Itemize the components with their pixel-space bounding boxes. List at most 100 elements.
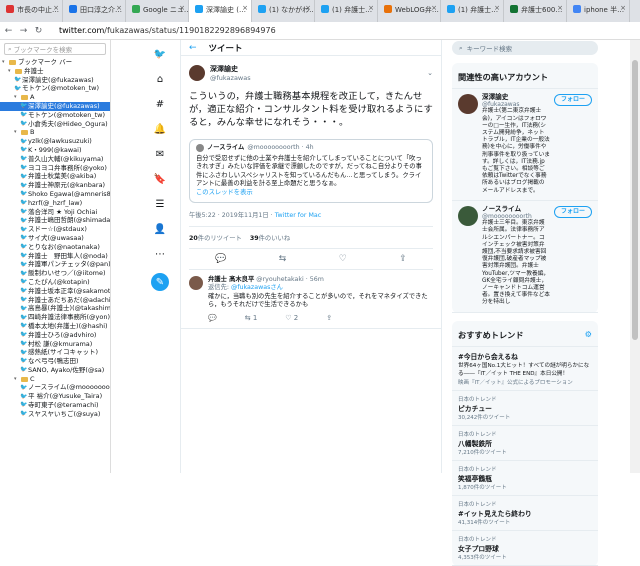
trend-name[interactable]: 笑福亭鶴瓶 <box>458 473 592 483</box>
bookmark-folder[interactable]: ▾ C <box>0 375 110 384</box>
bookmark-item[interactable]: 🐦 とりなお(@naotanaka) <box>0 243 110 252</box>
bookmark-item[interactable]: 🐦 飯制わいせつ／(@iitome) <box>0 269 110 278</box>
chevron-down-icon[interactable]: ▾ <box>14 93 19 102</box>
bookmark-item[interactable]: 🐦 弁護士あだちあだ(@adachi) <box>0 296 110 305</box>
account-name[interactable]: ノースライム <box>482 205 550 213</box>
close-icon[interactable]: × <box>305 4 311 12</box>
mail-icon[interactable]: ✉ <box>150 143 170 165</box>
bookmark-item[interactable]: 🐦 四崎弁護法律事務所(@yon) <box>0 313 110 322</box>
reply-tweet[interactable]: 弁護士 髙木良平 @ryouhetakaki · 56m 返信先: @fukaz… <box>181 270 441 330</box>
bookmark-item[interactable]: 🐦 弁護士秋葉美(@akiba) <box>0 172 110 181</box>
bookmark-folder[interactable]: ▾ A <box>0 93 110 102</box>
url-field[interactable]: twitter.com/fukazawas/status/11901822928… <box>59 26 276 35</box>
close-icon[interactable]: × <box>431 4 437 12</box>
bookmark-item[interactable]: 🐦 スドー☆(@stdaux) <box>0 225 110 234</box>
follow-button[interactable]: フォロー <box>553 94 592 106</box>
bookmark-item[interactable]: 🐦 スヤスヤいちご(@suya) <box>0 410 110 419</box>
reply-icon[interactable]: 💬 <box>215 254 226 264</box>
profile-icon[interactable]: 👤 <box>150 218 170 240</box>
reload-icon[interactable]: ↻ <box>34 26 43 36</box>
close-icon[interactable]: × <box>53 4 59 12</box>
bookmark-item[interactable]: 🐦 弁護軍パンチェッタ(@pan) <box>0 260 110 269</box>
forward-icon[interactable]: → <box>19 26 28 36</box>
bookmark-item[interactable]: 🐦 弁護士神原元(@kanbara) <box>0 181 110 190</box>
bookmark-icon[interactable]: 🔖 <box>150 168 170 190</box>
bookmark-item[interactable]: 🐦 弁護士ひろ(@advhiro) <box>0 331 110 340</box>
twitter-search-input[interactable]: ⌕ キーワード検索 <box>452 41 598 55</box>
bookmark-item[interactable]: 🐦 なべ弓弓(鴨志田) <box>0 357 110 366</box>
show-thread-link[interactable]: このスレッドを表示 <box>196 189 426 198</box>
browser-tab[interactable]: iphone 半… × <box>567 0 630 22</box>
avatar[interactable] <box>189 65 205 81</box>
browser-tab[interactable]: 市長の中止… × <box>0 0 63 22</box>
gear-icon[interactable]: ⚙ <box>585 329 592 339</box>
browser-tab[interactable]: 田口淳之介… × <box>63 0 126 22</box>
like-icon[interactable]: ♡ <box>339 254 347 264</box>
bookmark-item[interactable]: 🐦 Shoko Egawa(@amneris84) <box>0 190 110 199</box>
compose-icon[interactable]: ✎ <box>151 273 169 291</box>
share-icon[interactable]: ⇪ <box>326 314 332 323</box>
back-arrow-icon[interactable]: ← <box>189 43 197 53</box>
trend-name[interactable]: #イット見えたら終わり <box>458 508 592 518</box>
close-icon[interactable]: × <box>620 4 626 12</box>
bookmark-item[interactable]: 🐦 高島暴(弁護士)(@takashima) <box>0 304 110 313</box>
avatar[interactable] <box>458 205 478 226</box>
reply-author-name[interactable]: 弁護士 髙木良平 <box>208 276 254 283</box>
chevron-down-icon[interactable]: ▾ <box>14 375 19 384</box>
bookmark-item[interactable]: 🐦 感熱紙(サイコキャット) <box>0 348 110 357</box>
bookmark-item[interactable]: 🐦 ヨコヨコ弁事務所(@yoko) <box>0 164 110 173</box>
home-icon[interactable]: ⌂ <box>150 68 170 90</box>
bookmark-item[interactable]: 🐦 モトケン(@motoken_tw) <box>0 84 110 93</box>
reply-icon[interactable]: 💬 <box>208 314 217 323</box>
bookmark-item[interactable]: 🐦 深澤諭史(@fukazawas) <box>0 101 110 111</box>
bookmark-item[interactable]: 🐦 サイ犬(@uwasaa) <box>0 234 110 243</box>
chevron-down-icon[interactable]: ▾ <box>14 128 19 137</box>
trend-item[interactable]: 日本のトレンド ピカチュー 30,242件のツイート <box>452 391 598 426</box>
trend-name[interactable]: 女子プロ野球 <box>458 543 592 553</box>
share-icon[interactable]: ⇪ <box>399 254 407 264</box>
trend-name[interactable]: #今日から会えるね <box>458 351 592 361</box>
bookmark-item[interactable]: 🐦 hzrf(@_hzrf_law) <box>0 199 110 208</box>
browser-tab[interactable]: Google ニュ… × <box>126 0 189 22</box>
avatar[interactable] <box>189 275 203 290</box>
trend-item[interactable]: 日本のトレンド 笑福亭鶴瓶 1,870件のツイート <box>452 461 598 496</box>
close-icon[interactable]: × <box>242 4 248 12</box>
like-button[interactable]: ♡ 2 <box>285 314 298 323</box>
trend-item[interactable]: 日本のトレンド 八幡製鉄所 7,210件のツイート <box>452 426 598 461</box>
close-icon[interactable]: × <box>494 4 500 12</box>
browser-tab[interactable]: 深澤諭史 (… × <box>189 0 252 22</box>
follow-button[interactable]: フォロー <box>553 205 592 218</box>
bookmark-item[interactable]: 🐦 こたぴん(@kotapin) <box>0 278 110 287</box>
bookmark-item[interactable]: 🐦 村松 謙(@kmurama) <box>0 340 110 349</box>
like-count-link[interactable]: 39件のいいね <box>250 235 290 242</box>
trend-name[interactable]: 八幡製鉄所 <box>458 438 592 448</box>
account-name[interactable]: 深澤諭史 <box>482 93 550 101</box>
bookmark-item[interactable]: 🐦 SANO, Ayako/佐野(@sa) <box>0 366 110 375</box>
browser-tab[interactable]: (1) 弁護士… × <box>315 0 378 22</box>
bookmark-item[interactable]: 🐦 弁護士坂本正幸(@sakamoto) <box>0 287 110 296</box>
bookmark-item[interactable]: 🐦 普久山大輔(@kikuyama) <box>0 155 110 164</box>
twitter-logo-icon[interactable]: 🐦 <box>150 43 170 65</box>
browser-tab[interactable]: (1) なかがわ… × <box>252 0 315 22</box>
bookmark-item[interactable]: 🐦 深澤諭史(@fukazawas) <box>0 76 110 85</box>
bookmark-folder[interactable]: ▾ B <box>0 128 110 137</box>
browser-tab[interactable]: WebLOG弁… × <box>378 0 441 22</box>
bookmark-item[interactable]: 🐦 橋本太地(弁護士)(@hashi) <box>0 322 110 331</box>
avatar[interactable] <box>458 94 478 114</box>
quoted-tweet[interactable]: ノースライム @moooooooorth · 4h 自分で受忍せずに他の士業や弁… <box>189 139 433 203</box>
related-account[interactable]: ノースライム @moooooooorth 弁護士三年目。東京弁護士会所属。法律事務所… <box>452 201 598 313</box>
tweet-author[interactable]: 深澤諭史 @fukazawas ⌄ <box>189 64 433 82</box>
hashtag-icon[interactable]: # <box>150 93 170 115</box>
bookmark-item[interactable]: 🐦 平 裕介(@Yusuke_Taira) <box>0 392 110 401</box>
back-icon[interactable]: ← <box>4 26 13 36</box>
browser-tab[interactable]: 弁護士600… × <box>504 0 567 22</box>
trend-name[interactable]: ピカチュー <box>458 403 592 413</box>
trend-item[interactable]: 日本のトレンド 女子プロ野球 4,353件のツイート <box>452 531 598 566</box>
chevron-down-icon[interactable]: ▾ <box>8 67 13 76</box>
trend-item[interactable]: #今日から会えるね 世界64ヶ国No.1大ヒット！すべての謎が明らかになる――『I… <box>452 347 598 391</box>
scrollbar-thumb[interactable] <box>632 60 638 340</box>
close-icon[interactable]: × <box>179 4 185 12</box>
retweet-icon[interactable]: ⇆ <box>279 254 287 264</box>
browser-tab[interactable]: (1) 弁護士… × <box>441 0 504 22</box>
retweet-button[interactable]: ⇆ 1 <box>245 314 258 323</box>
